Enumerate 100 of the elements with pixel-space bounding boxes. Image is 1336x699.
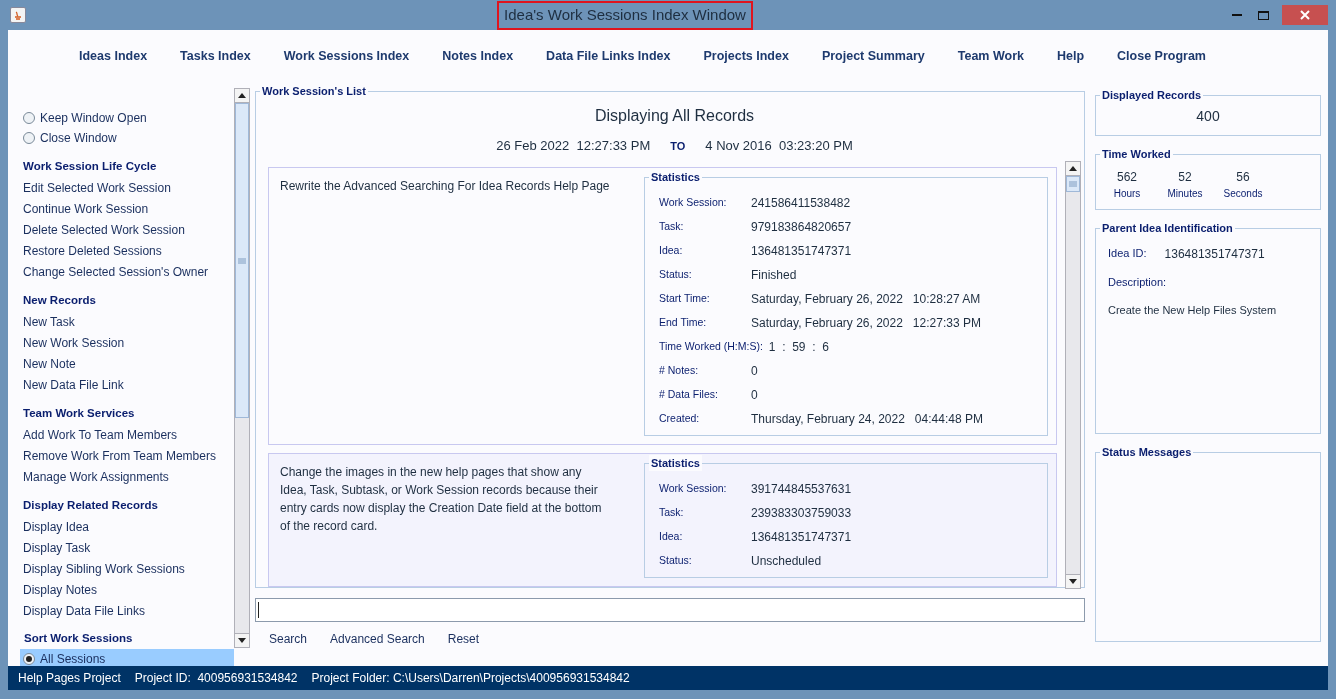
menu-link[interactable]: Projects Index (703, 46, 789, 66)
section-heading: Display Related Records (22, 497, 159, 513)
group-title: Statistics (649, 454, 702, 471)
field-value: 241586411538482 (751, 194, 851, 212)
search-action-button[interactable]: Reset (447, 630, 480, 648)
field-value: Saturday, February 26, 2022 12:27:33 PM (751, 314, 981, 332)
time-value: 52 (1178, 168, 1192, 186)
app-icon[interactable] (10, 7, 26, 23)
menu-link[interactable]: Tasks Index (180, 46, 251, 66)
close-button[interactable] (1282, 5, 1328, 25)
field-label: Idea: (659, 528, 684, 544)
status-text: Project ID: 400956931534842 (134, 670, 298, 687)
menu-link[interactable]: Data File Links Index (546, 46, 671, 66)
field-label: Task: (659, 504, 685, 520)
scroll-down-icon[interactable] (1066, 573, 1080, 588)
menu-link[interactable]: Notes Index (442, 46, 514, 66)
record-description: Rewrite the Advanced Searching For Idea Records Help Page (280, 177, 611, 195)
field-value: 136481351747371 (751, 242, 852, 260)
action-link[interactable]: Display Data File Links (20, 600, 234, 621)
scroll-thumb[interactable] (235, 103, 249, 418)
field-value: 136481351747371 (751, 528, 852, 546)
idea-description: Create the New Help Files System (1108, 302, 1278, 318)
list-heading: Displaying All Records (594, 106, 755, 126)
action-link[interactable]: New Task (20, 311, 234, 332)
field-value: Saturday, February 26, 2022 10:28:27 AM (751, 290, 981, 308)
time-value: 56 (1236, 168, 1250, 186)
date-range-separator: TO (670, 138, 686, 154)
radio-option[interactable]: All Sessions (20, 649, 234, 669)
action-link[interactable]: Restore Deleted Sessions (20, 240, 234, 261)
radio-icon (23, 132, 35, 144)
status-text: Help Pages Project (18, 670, 121, 687)
menu-link[interactable]: Project Summary (821, 46, 925, 66)
field-value: 979183864820657 (751, 218, 852, 236)
record-count: 400 (1196, 107, 1220, 126)
field-label: Work Session: (659, 480, 728, 496)
field-value: Finished (751, 266, 797, 284)
scroll-down-icon[interactable] (235, 633, 249, 647)
search-action-button[interactable]: Advanced Search (330, 630, 425, 648)
field-value: 0 (751, 362, 758, 380)
field-value: 391744845537631 (751, 480, 852, 498)
radio-icon (23, 112, 35, 124)
action-link[interactable]: Display Sibling Work Sessions (20, 558, 234, 579)
action-link[interactable]: Display Task (20, 537, 234, 558)
menu-link[interactable]: Ideas Index (79, 46, 148, 66)
field-label: Task: (659, 218, 685, 234)
date-range-start: 26 Feb 2022 12:27:33 PM (496, 137, 651, 155)
window-title: Idea's Work Sessions Index Window (497, 0, 753, 30)
section-heading: Team Work Services (22, 405, 136, 421)
radio-option[interactable]: Keep Window Open (20, 108, 234, 128)
scroll-up-icon[interactable] (1066, 161, 1080, 176)
field-value: 136481351747371 (1164, 246, 1265, 263)
action-link[interactable]: Continue Work Session (20, 198, 234, 219)
action-link[interactable]: Change Selected Session's Owner (20, 261, 234, 282)
action-link[interactable]: New Work Session (20, 332, 234, 353)
action-link[interactable]: Add Work To Team Members (20, 424, 234, 445)
record-card[interactable] (268, 452, 1057, 587)
field-label: Time Worked (H:M:S): (659, 338, 764, 354)
field-label: Idea: (659, 242, 684, 258)
record-card[interactable] (268, 166, 1057, 445)
field-label: End Time: (659, 314, 708, 330)
field-value: Thursday, February 24, 2022 04:44:48 PM (751, 410, 983, 428)
field-value: 239383303759033 (751, 504, 852, 522)
action-link[interactable]: New Data File Link (20, 374, 234, 395)
action-link[interactable]: Manage Work Assignments (20, 466, 234, 487)
time-value: 562 (1117, 168, 1137, 186)
radio-option[interactable]: Close Window (20, 128, 234, 148)
scroll-up-icon[interactable] (235, 89, 249, 103)
menu-link[interactable]: Team Work (957, 46, 1024, 66)
field-label: Idea ID: (1108, 246, 1147, 261)
record-description: Change the images in the new help pages that show any Idea, Task, Subtask, or Work Session records because their entry cards now display the Creation Date field at the bottom of the record card. (280, 463, 603, 535)
field-label: # Data Files: (659, 386, 719, 402)
action-link[interactable]: Edit Selected Work Session (20, 177, 234, 198)
field-label: # Notes: (659, 362, 700, 378)
search-action-button[interactable]: Search (269, 630, 308, 648)
menu-link[interactable]: Help (1056, 46, 1085, 66)
status-text: Project Folder: C:\Users\Darren\Projects\400956931534842 (311, 670, 630, 687)
action-link[interactable]: New Note (20, 353, 234, 374)
field-label: Work Session: (659, 194, 728, 210)
action-link[interactable]: Display Idea (20, 516, 234, 537)
field-value: 0 (751, 386, 758, 404)
scrollbar[interactable] (234, 88, 250, 648)
field-label: Description: (1108, 275, 1168, 290)
close-icon (1300, 10, 1310, 20)
scrollbar[interactable] (1065, 160, 1081, 589)
field-label: Status: (659, 552, 693, 568)
time-unit: Seconds (1223, 186, 1263, 201)
section-heading: Work Session Life Cycle (22, 158, 158, 174)
field-value: Unscheduled (751, 552, 822, 570)
radio-icon (23, 653, 35, 665)
date-range-end: 4 Nov 2016 03:23:20 PM (705, 137, 853, 155)
menu-link[interactable]: Close Program (1117, 46, 1206, 66)
field-label: Created: (659, 410, 701, 426)
field-label: Start Time: (659, 290, 711, 306)
action-link[interactable]: Remove Work From Team Members (20, 445, 234, 466)
section-heading: New Records (22, 292, 97, 308)
section-heading: Sort Work Sessions (23, 631, 134, 647)
action-link[interactable]: Delete Selected Work Session (20, 219, 234, 240)
action-link[interactable]: Display Notes (20, 579, 234, 600)
search-field[interactable] (255, 598, 1085, 622)
menu-link[interactable]: Work Sessions Index (283, 46, 410, 66)
